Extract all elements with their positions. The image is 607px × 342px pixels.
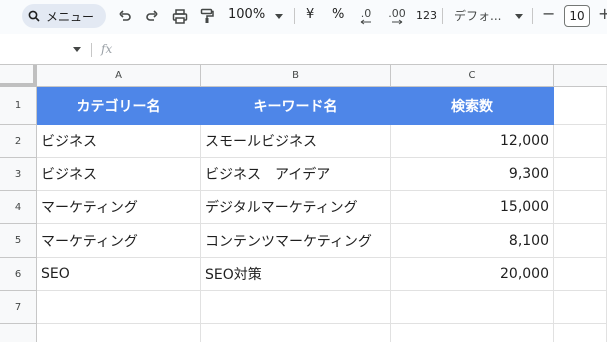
row-header[interactable]: 6: [0, 258, 37, 291]
cell-c8[interactable]: [391, 324, 554, 342]
cell-b8[interactable]: [201, 324, 391, 342]
cell-a2[interactable]: ビジネス: [37, 125, 201, 158]
arrow-left-icon: [360, 19, 371, 24]
increase-font-size-button[interactable]: +: [598, 4, 607, 23]
row-header[interactable]: 7: [0, 291, 37, 324]
column-header-c[interactable]: C: [391, 65, 554, 87]
font-family-select[interactable]: デフォ...: [454, 7, 501, 24]
cell-b4[interactable]: デジタルマーケティング: [201, 191, 391, 224]
cell-c5[interactable]: 8,100: [391, 224, 554, 258]
cell-d2[interactable]: [554, 125, 607, 158]
cell-d1[interactable]: [554, 87, 607, 125]
cell-d8[interactable]: [554, 324, 607, 342]
row-header[interactable]: 4: [0, 191, 37, 224]
row-header[interactable]: 2: [0, 125, 37, 158]
cell-b2[interactable]: スモールビジネス: [201, 125, 391, 158]
row-header[interactable]: [0, 324, 37, 342]
select-all-corner[interactable]: [0, 65, 37, 87]
paint-format-icon[interactable]: [198, 5, 216, 27]
arrow-right-icon: [392, 19, 403, 24]
cell-b3[interactable]: ビジネス アイデア: [201, 158, 391, 191]
cell-b7[interactable]: [201, 291, 391, 324]
zoom-dropdown-icon[interactable]: [272, 5, 286, 27]
cell-c3[interactable]: 9,300: [391, 158, 554, 191]
zoom-level[interactable]: 100%: [228, 7, 265, 22]
cell-b5[interactable]: コンテンツマーケティング: [201, 224, 391, 258]
currency-format-button[interactable]: ¥: [306, 7, 314, 22]
toolbar-divider: [294, 8, 295, 24]
toolbar-divider: [442, 8, 443, 24]
name-box-dropdown-icon[interactable]: [73, 47, 81, 52]
search-icon: [28, 10, 40, 22]
row-header[interactable]: 1: [0, 87, 37, 125]
cell-c1[interactable]: 検索数: [391, 87, 554, 125]
row-header[interactable]: 3: [0, 158, 37, 191]
cell-a4[interactable]: マーケティング: [37, 191, 201, 224]
formula-bar-divider: [91, 43, 92, 57]
cell-a5[interactable]: マーケティング: [37, 224, 201, 258]
font-dropdown-icon[interactable]: [512, 5, 526, 27]
spreadsheet-grid: A B C 1 2 3 4 5 6 7 カテゴリー名 キーワード名 検索数 ビジ…: [0, 64, 607, 342]
cell-c4[interactable]: 15,000: [391, 191, 554, 224]
toolbar-divider: [532, 8, 533, 24]
undo-icon[interactable]: [116, 5, 134, 27]
cell-a3[interactable]: ビジネス: [37, 158, 201, 191]
cell-c7[interactable]: [391, 291, 554, 324]
toolbar: メニュー 100% ¥ % .0 .00 123 デフォ... − 10 +: [0, 0, 607, 34]
number-format-button[interactable]: 123: [416, 9, 437, 22]
cell-a7[interactable]: [37, 291, 201, 324]
cell-d3[interactable]: [554, 158, 607, 191]
cell-b1[interactable]: キーワード名: [201, 87, 391, 125]
decrease-font-size-button[interactable]: −: [542, 4, 555, 23]
redo-icon[interactable]: [143, 5, 161, 27]
cell-c6[interactable]: 20,000: [391, 258, 554, 291]
formula-bar: fx: [0, 34, 607, 64]
column-header-a[interactable]: A: [37, 65, 201, 87]
cell-b6[interactable]: SEO対策: [201, 258, 391, 291]
menu-search[interactable]: メニュー: [22, 4, 106, 28]
cell-a1[interactable]: カテゴリー名: [37, 87, 201, 125]
cell-d7[interactable]: [554, 291, 607, 324]
cell-d5[interactable]: [554, 224, 607, 258]
cell-a8[interactable]: [37, 324, 201, 342]
cell-d4[interactable]: [554, 191, 607, 224]
row-header[interactable]: 5: [0, 224, 37, 258]
font-size-input[interactable]: 10: [564, 5, 590, 27]
increase-decimal-button[interactable]: .00: [384, 5, 410, 27]
print-icon[interactable]: [170, 5, 190, 27]
percent-format-button[interactable]: %: [332, 7, 344, 22]
column-header-b[interactable]: B: [201, 65, 391, 87]
fx-icon: fx: [101, 42, 113, 56]
menu-search-label: メニュー: [46, 9, 95, 24]
column-header-d[interactable]: [554, 65, 607, 87]
cell-d6[interactable]: [554, 258, 607, 291]
cell-a6[interactable]: SEO: [37, 258, 201, 291]
cell-c2[interactable]: 12,000: [391, 125, 554, 158]
decrease-decimal-button[interactable]: .0: [354, 5, 378, 27]
